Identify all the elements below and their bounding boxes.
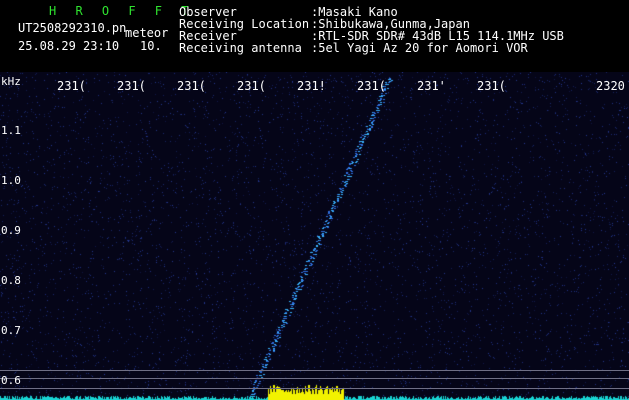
event-tag: meteor bbox=[125, 26, 169, 40]
frequency-axis-tick: 0.7 bbox=[1, 324, 21, 337]
interval-value: 10. bbox=[140, 39, 162, 53]
guide-line bbox=[0, 370, 629, 371]
guide-line bbox=[0, 388, 629, 389]
frequency-axis-tick: 1.0 bbox=[1, 174, 21, 187]
guide-line bbox=[0, 378, 629, 379]
frequency-axis-tick: 0.6 bbox=[1, 374, 21, 387]
antenna-value: :5el Yagi Az 20 for Aomori VOR bbox=[311, 41, 528, 55]
spectrogram-panel bbox=[0, 72, 629, 400]
time-axis-tick: 231( bbox=[57, 79, 86, 93]
time-axis-tick: 2320 bbox=[596, 79, 625, 93]
time-axis-tick: 231( bbox=[357, 79, 386, 93]
time-axis-tick: 231( bbox=[237, 79, 266, 93]
frequency-axis-tick: 1.1 bbox=[1, 124, 21, 137]
image-filename: UT2508292310.pn bbox=[18, 21, 127, 35]
time-axis-tick: 231( bbox=[477, 79, 506, 93]
frequency-axis-tick: 0.8 bbox=[1, 274, 21, 287]
time-axis-tick: 231( bbox=[177, 79, 206, 93]
observation-datetime: 25.08.29 23:10 bbox=[18, 39, 120, 53]
time-axis-tick: 231! bbox=[297, 79, 326, 93]
spectrogram-canvas bbox=[0, 72, 629, 400]
time-axis-tick: 231' bbox=[417, 79, 446, 93]
frequency-unit-label: kHz bbox=[1, 75, 21, 88]
time-axis-tick: 231( bbox=[117, 79, 146, 93]
frequency-axis-tick: 0.9 bbox=[1, 224, 21, 237]
antenna-label: Receiving antenna bbox=[179, 41, 302, 55]
app-title: H R O F F T bbox=[49, 4, 195, 18]
header-panel: H R O F F T UT2508292310.pn meteor 25.08… bbox=[0, 0, 629, 72]
